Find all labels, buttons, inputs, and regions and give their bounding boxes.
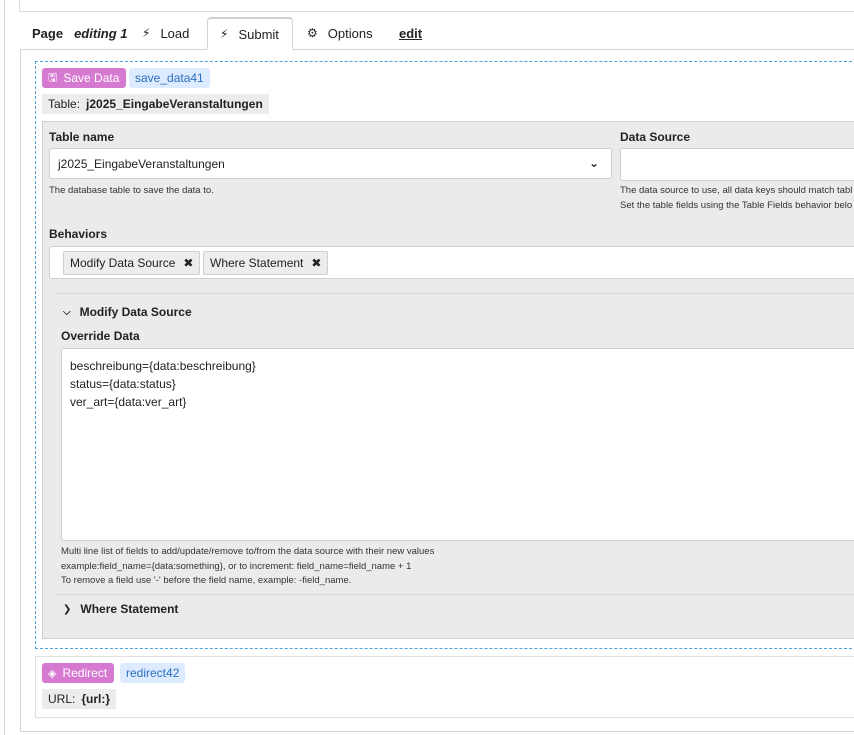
data-source-input[interactable] bbox=[620, 148, 854, 181]
url-summary: URL: {url:} bbox=[42, 689, 117, 709]
chevron-down-icon: ⌄ bbox=[588, 156, 599, 170]
behavior-chip: Where Statement ✖ bbox=[203, 251, 329, 275]
override-line: beschreibung={data:beschreibung} bbox=[70, 359, 256, 373]
override-help-2: example:field_name={data:something}, or … bbox=[61, 561, 412, 572]
table-name-select[interactable]: j2025_EingabeVeranstaltungen ⌄ bbox=[49, 148, 612, 179]
data-source-help-1: The data source to use, all data keys sh… bbox=[620, 185, 853, 196]
table-name-help: The database table to save the data to. bbox=[49, 185, 214, 196]
tab-bar: Page editing 1 ⚡︎ Load ⚡︎ Submit ⚙ Optio… bbox=[20, 17, 854, 50]
behavior-chip: Modify Data Source ✖ bbox=[63, 251, 201, 275]
tab-options[interactable]: ⚙ Options bbox=[307, 17, 373, 49]
modify-data-source-title: Modify Data Source bbox=[79, 305, 192, 319]
table-summary-prefix: Table: bbox=[48, 97, 81, 111]
bolt-icon: ⚡︎ bbox=[142, 26, 151, 40]
url-summary-value: {url:} bbox=[81, 692, 111, 706]
chevron-right-icon: ❯ bbox=[63, 603, 72, 615]
tab-submit[interactable]: ⚡︎ Submit bbox=[207, 17, 293, 50]
data-source-label: Data Source bbox=[620, 130, 691, 144]
data-source-help-2: Set the table fields using the Table Fie… bbox=[620, 200, 853, 211]
override-help-1: Multi line list of fields to add/update/… bbox=[61, 546, 435, 557]
override-data-label: Override Data bbox=[61, 329, 140, 343]
behavior-chip-label: Where Statement bbox=[210, 256, 304, 270]
override-line: status={data:status} bbox=[70, 377, 176, 391]
tab-page-mode: editing 1 bbox=[74, 25, 128, 41]
table-name-select-value: j2025_EingabeVeranstaltungen bbox=[58, 156, 225, 171]
modify-data-source-toggle[interactable]: ⌵ Modify Data Source bbox=[63, 305, 192, 319]
url-summary-prefix: URL: bbox=[48, 692, 76, 706]
remove-icon[interactable]: ✖ bbox=[183, 256, 193, 270]
tab-load-label: Load bbox=[160, 25, 190, 41]
override-help-3: To remove a field use '-' before the fie… bbox=[61, 575, 352, 586]
tab-edit-link[interactable]: edit bbox=[399, 17, 422, 49]
top-panel bbox=[19, 0, 854, 12]
save-data-id-badge: save_data41 bbox=[129, 68, 210, 88]
table-summary: Table: j2025_EingabeVeranstaltungen bbox=[42, 94, 269, 114]
bolt-icon: ⚡︎ bbox=[220, 27, 229, 41]
tab-page-label: Page bbox=[32, 25, 64, 41]
table-name-label: Table name bbox=[49, 130, 115, 144]
section-divider bbox=[55, 594, 854, 595]
override-data-textarea[interactable]: beschreibung={data:beschreibung} status=… bbox=[61, 348, 854, 541]
override-line: ver_art={data:ver_art} bbox=[70, 395, 187, 409]
floppy-disk-icon: 🖫 bbox=[48, 71, 58, 84]
chevron-down-icon: ⌵ bbox=[63, 306, 71, 318]
table-summary-value: j2025_EingabeVeranstaltungen bbox=[86, 97, 263, 111]
redirect-badge[interactable]: ◈ Redirect bbox=[42, 663, 115, 683]
gears-icon: ⚙ bbox=[307, 26, 318, 40]
redirect-id-badge: redirect42 bbox=[120, 663, 186, 683]
behavior-chip-label: Modify Data Source bbox=[70, 256, 176, 270]
tab-page[interactable]: Page editing 1 bbox=[32, 17, 128, 49]
where-statement-toggle[interactable]: ❯ Where Statement bbox=[63, 602, 178, 616]
where-statement-title: Where Statement bbox=[80, 602, 179, 616]
diamond-arrow-icon: ◈ bbox=[48, 667, 57, 680]
save-data-badge-label: Save Data bbox=[63, 71, 120, 85]
page-left-border bbox=[4, 0, 5, 735]
tab-submit-label: Submit bbox=[238, 26, 279, 42]
redirect-badge-label: Redirect bbox=[62, 666, 108, 680]
tab-options-label: Options bbox=[327, 25, 373, 41]
save-data-badge[interactable]: 🖫 Save Data bbox=[42, 68, 127, 88]
remove-icon[interactable]: ✖ bbox=[311, 256, 321, 270]
tab-load[interactable]: ⚡︎ Load bbox=[142, 17, 189, 49]
behaviors-label: Behaviors bbox=[49, 227, 108, 241]
